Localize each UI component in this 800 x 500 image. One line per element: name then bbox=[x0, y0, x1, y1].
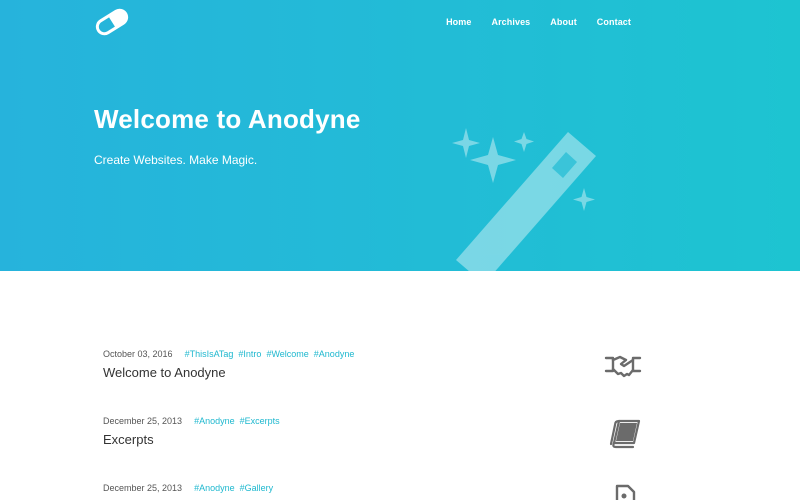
post-date: October 03, 2016 bbox=[103, 349, 173, 359]
tag-link[interactable]: #Gallery bbox=[240, 483, 274, 493]
nav-link-home[interactable]: Home bbox=[446, 17, 471, 27]
book-icon bbox=[609, 419, 641, 449]
post-meta: December 25, 2013 #Anodyne #Gallery bbox=[103, 483, 663, 495]
hero-banner: Home Archives About Contact Welcome to A… bbox=[0, 0, 800, 271]
post-meta: December 25, 2013 #Anodyne #Excerpts bbox=[103, 416, 663, 428]
post-date: December 25, 2013 bbox=[103, 483, 183, 493]
post-item: December 25, 2013 #Anodyne #Gallery bbox=[103, 483, 663, 500]
post-title-link[interactable]: Welcome to Anodyne bbox=[103, 365, 663, 380]
post-date: December 25, 2013 bbox=[103, 416, 183, 426]
hero-subtitle: Create Websites. Make Magic. bbox=[94, 153, 258, 167]
post-item: December 25, 2013 #Anodyne #Excerpts Exc… bbox=[103, 416, 663, 456]
tag-link[interactable]: #Intro bbox=[238, 349, 261, 359]
tag-link[interactable]: #Welcome bbox=[266, 349, 308, 359]
hero-title: Welcome to Anodyne bbox=[94, 104, 361, 134]
tag-link[interactable]: #Excerpts bbox=[240, 416, 280, 426]
nav-link-archives[interactable]: Archives bbox=[491, 17, 530, 27]
post-title-link[interactable]: Excerpts bbox=[103, 432, 663, 447]
nav-link-about[interactable]: About bbox=[550, 17, 577, 27]
image-file-icon bbox=[615, 484, 636, 500]
pill-logo-icon[interactable] bbox=[94, 8, 130, 36]
post-tags: #Anodyne #Gallery bbox=[194, 483, 278, 493]
handshake-icon bbox=[604, 355, 642, 378]
post-tags: #ThisIsATag #Intro #Welcome #Anodyne bbox=[185, 349, 360, 359]
tag-link[interactable]: #Anodyne bbox=[194, 416, 235, 426]
main-nav: Home Archives About Contact bbox=[446, 17, 631, 27]
post-tags: #Anodyne #Excerpts bbox=[194, 416, 285, 426]
magic-wand-icon bbox=[452, 128, 596, 271]
post-meta: October 03, 2016 #ThisIsATag #Intro #Wel… bbox=[103, 349, 663, 361]
tag-link[interactable]: #Anodyne bbox=[194, 483, 235, 493]
nav-link-contact[interactable]: Contact bbox=[597, 17, 631, 27]
tag-link[interactable]: #ThisIsATag bbox=[185, 349, 234, 359]
tag-link[interactable]: #Anodyne bbox=[314, 349, 355, 359]
post-item: October 03, 2016 #ThisIsATag #Intro #Wel… bbox=[103, 349, 663, 389]
